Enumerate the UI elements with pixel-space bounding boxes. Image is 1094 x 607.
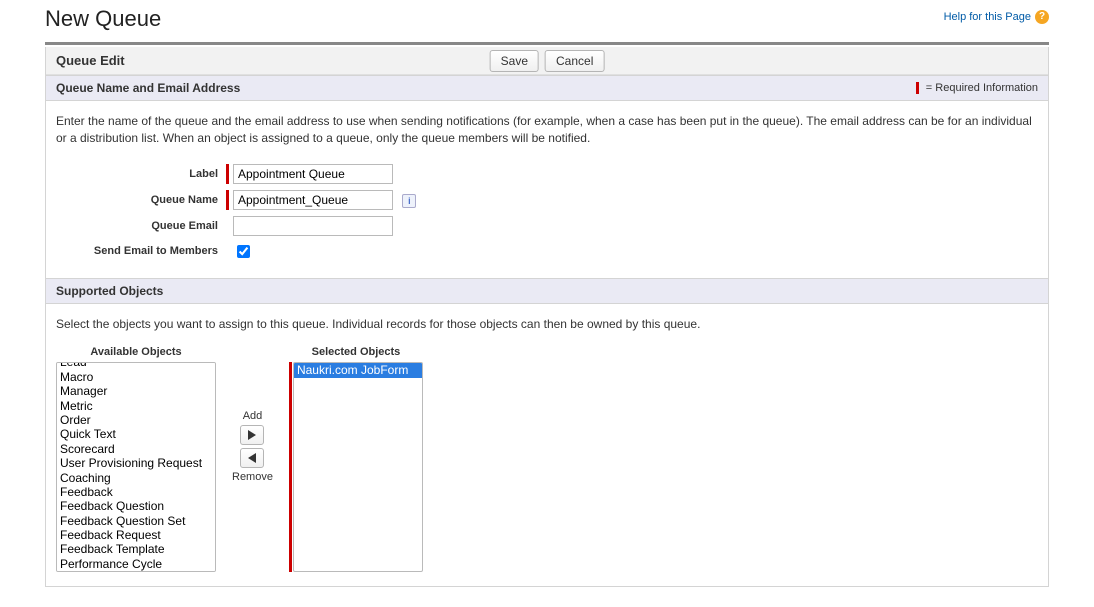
list-item[interactable]: Feedback Question Set: [57, 514, 215, 528]
dueling-picklist: Available Objects LeadMacroManagerMetric…: [56, 346, 1038, 572]
page-title: New Queue: [45, 4, 161, 42]
add-button[interactable]: [240, 425, 264, 445]
name-email-intro: Enter the name of the queue and the emai…: [56, 113, 1038, 147]
list-item[interactable]: Macro: [57, 370, 215, 384]
divider: [45, 42, 1049, 45]
list-item[interactable]: Quick Text: [57, 427, 215, 441]
add-label: Add: [243, 410, 263, 422]
section-title-supported: Supported Objects: [56, 284, 163, 298]
list-item[interactable]: Manager: [57, 384, 215, 398]
selected-objects-header: Selected Objects: [312, 346, 401, 358]
label-field-label: Label: [56, 161, 226, 187]
help-for-page-link[interactable]: Help for this Page ?: [944, 10, 1049, 24]
help-icon: ?: [1035, 10, 1049, 24]
section-body-name-email: Enter the name of the queue and the emai…: [46, 101, 1048, 278]
queue-email-field-label: Queue Email: [56, 213, 226, 239]
queue-name-field-label: Queue Name: [56, 187, 226, 213]
name-email-form: Label Queue Name i Queue Email: [56, 161, 420, 264]
send-email-checkbox[interactable]: [237, 245, 250, 258]
required-information: = Required Information: [916, 82, 1038, 94]
required-mark-icon: [289, 362, 292, 572]
supported-intro: Select the objects you want to assign to…: [56, 316, 1038, 333]
required-mark-icon: [916, 82, 919, 94]
list-item[interactable]: Scorecard: [57, 442, 215, 456]
list-item[interactable]: Naukri.com JobForm: [294, 363, 422, 377]
section-bar-supported: Supported Objects: [46, 278, 1048, 304]
queue-edit-header: Queue Edit Save Cancel: [46, 47, 1048, 75]
queue-name-input[interactable]: [233, 190, 393, 210]
list-item[interactable]: Feedback Template: [57, 542, 215, 556]
list-item[interactable]: Lead: [57, 362, 215, 369]
list-item[interactable]: Metric: [57, 399, 215, 413]
list-item[interactable]: Feedback Request: [57, 528, 215, 542]
label-input[interactable]: [233, 164, 393, 184]
required-information-label: = Required Information: [926, 82, 1038, 94]
help-for-page-label: Help for this Page: [944, 11, 1031, 23]
remove-label: Remove: [232, 471, 273, 483]
section-body-supported: Select the objects you want to assign to…: [46, 304, 1048, 587]
selected-column: Selected Objects Naukri.com JobForm: [289, 346, 423, 572]
chevron-right-icon: [248, 430, 256, 440]
info-icon[interactable]: i: [402, 194, 416, 208]
header-button-row: Save Cancel: [490, 50, 605, 72]
section-title-name-email: Queue Name and Email Address: [56, 81, 240, 95]
available-column: Available Objects LeadMacroManagerMetric…: [56, 346, 216, 572]
queue-edit-panel: Queue Edit Save Cancel Queue Name and Em…: [45, 47, 1049, 587]
available-objects-header: Available Objects: [90, 346, 181, 358]
cancel-button[interactable]: Cancel: [545, 50, 604, 72]
list-item[interactable]: Feedback Question: [57, 499, 215, 513]
remove-button[interactable]: [240, 448, 264, 468]
chevron-left-icon: [248, 453, 256, 463]
list-item[interactable]: Performance Cycle: [57, 557, 215, 571]
section-bar-name-email: Queue Name and Email Address = Required …: [46, 75, 1048, 101]
selected-objects-list[interactable]: Naukri.com JobForm: [293, 362, 423, 572]
list-item[interactable]: Feedback: [57, 485, 215, 499]
available-objects-list[interactable]: LeadMacroManagerMetricOrderQuick TextSco…: [56, 362, 216, 572]
list-item[interactable]: Order: [57, 413, 215, 427]
queue-email-input[interactable]: [233, 216, 393, 236]
queue-edit-title: Queue Edit: [56, 53, 125, 68]
list-item[interactable]: User Provisioning Request: [57, 456, 215, 470]
list-item[interactable]: Coaching: [57, 471, 215, 485]
save-button[interactable]: Save: [490, 50, 539, 72]
picklist-controls: Add Remove: [232, 346, 273, 483]
send-email-field-label: Send Email to Members: [56, 239, 226, 264]
